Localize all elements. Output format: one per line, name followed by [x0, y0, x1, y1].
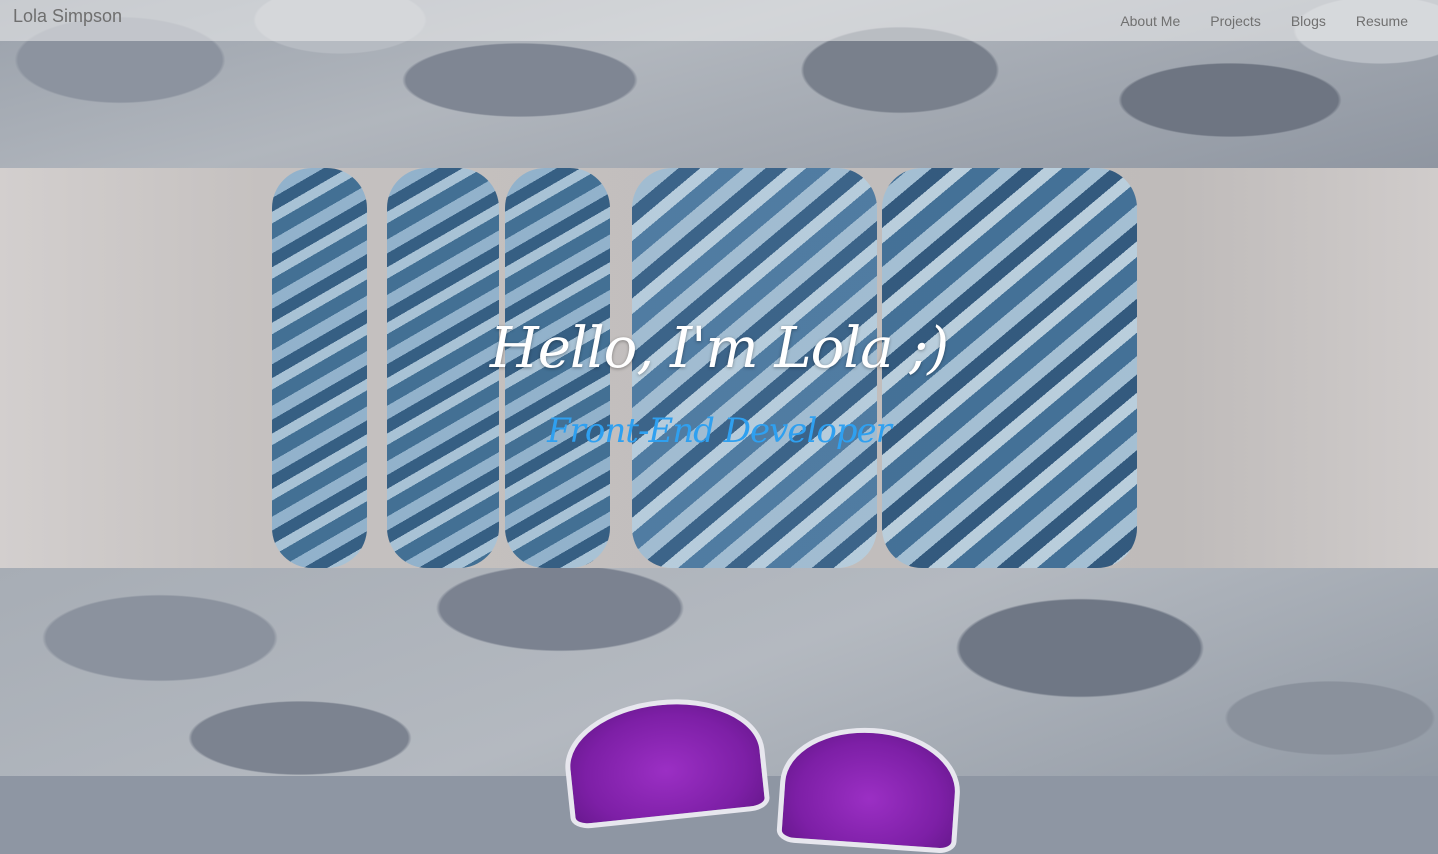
brand-link[interactable]: Lola Simpson [13, 6, 122, 27]
nav-links: About Me Projects Blogs Resume [1090, 0, 1408, 41]
nav-link-resume[interactable]: Resume [1356, 13, 1408, 29]
hero-banner: Hello, I'm Lola ;) Front-End Developer [0, 168, 1438, 568]
hero-text: Hello, I'm Lola ;) Front-End Developer [0, 168, 1438, 568]
hero-subtitle: Front-End Developer [547, 411, 892, 451]
nav-link-blogs[interactable]: Blogs [1291, 13, 1326, 29]
nav-link-projects[interactable]: Projects [1210, 13, 1261, 29]
top-navbar: Lola Simpson About Me Projects Blogs Res… [0, 0, 1438, 41]
nav-link-about-me[interactable]: About Me [1120, 13, 1180, 29]
hero-title: Hello, I'm Lola ;) [489, 316, 949, 381]
